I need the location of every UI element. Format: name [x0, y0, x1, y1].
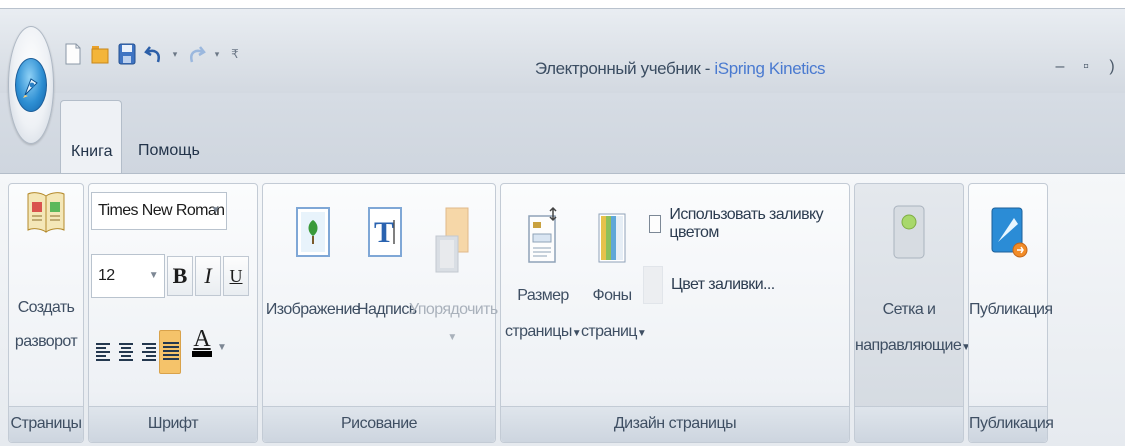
fill-color-swatch	[643, 266, 663, 304]
chevron-down-icon: ▼	[571, 328, 582, 339]
page-size-icon	[528, 206, 557, 263]
maximize-button[interactable]: ▫	[1073, 58, 1099, 76]
grid-toggle-icon	[893, 205, 925, 259]
font-name-select[interactable]: Times New Roman ▼	[91, 192, 227, 230]
align-justify-button[interactable]	[159, 330, 181, 374]
picture-icon	[296, 207, 330, 257]
group-pages: Создать разворот Страницы	[8, 183, 84, 443]
grid-guides-line1: Сетка и	[882, 301, 936, 318]
create-spread-line1: Создать	[17, 299, 75, 316]
publish-icon	[991, 207, 1028, 258]
tab-book-label: Книга	[71, 143, 113, 160]
new-document-icon[interactable]	[62, 37, 84, 71]
page-size-line2: страницы	[504, 323, 572, 340]
page-backgrounds-line1: Фоны	[592, 287, 633, 304]
minimize-button[interactable]: –	[1047, 58, 1073, 76]
align-right-icon	[142, 343, 156, 361]
font-color-letter: A	[193, 326, 211, 352]
use-color-fill-checkbox[interactable]: Использовать заливку цветом	[649, 206, 849, 242]
redo-icon[interactable]	[185, 37, 207, 71]
italic-button[interactable]: I	[195, 256, 221, 296]
insert-image-button[interactable]: Изображение	[265, 206, 361, 324]
window-controls: – ▫)	[1047, 58, 1125, 76]
group-font: Times New Roman ▼ 12 ▼ B I U A ▼ Шрифт	[88, 183, 258, 443]
group-pages-label: Страницы	[9, 406, 83, 442]
arrange-icon	[435, 207, 469, 273]
align-right-button[interactable]	[137, 332, 159, 372]
use-color-fill-label: Использовать заливку цветом	[669, 206, 824, 241]
font-size-value: 12	[98, 267, 115, 284]
fill-color-label: Цвет заливки...	[671, 276, 775, 293]
group-publish-label: Публикация	[969, 406, 1054, 442]
caption-label: Надпись	[357, 301, 417, 318]
page-backgrounds-icon	[598, 213, 626, 263]
chevron-down-icon: ▼	[447, 332, 457, 343]
undo-icon[interactable]	[143, 37, 165, 71]
page-backgrounds-line2: страниц	[581, 323, 637, 340]
redo-dropdown-icon[interactable]: ▾	[212, 37, 222, 71]
title-brand: iSpring Kinetics	[714, 59, 826, 78]
align-left-icon	[96, 343, 110, 361]
group-grid-label	[855, 406, 963, 442]
app-window: Электронный учебник - iSpring Kinetics –…	[0, 0, 1125, 446]
application-menu-button[interactable]	[6, 26, 56, 154]
arrange-button[interactable]: Упорядочить ▼	[409, 206, 498, 352]
svg-text:T: T	[374, 216, 394, 249]
title-prefix: Электронный учебник -	[534, 59, 715, 78]
open-folder-icon[interactable]	[89, 37, 111, 71]
create-spread-button[interactable]: Создать разворот	[9, 188, 83, 356]
group-page-design-label: Дизайн страницы	[501, 406, 849, 442]
rocket-icon	[15, 58, 47, 112]
publish-label: Публикация	[969, 301, 1053, 318]
publish-button[interactable]: Публикация	[969, 204, 1053, 324]
grid-guides-button[interactable]: Сетка и направляющие▼	[855, 204, 971, 362]
image-label: Изображение	[265, 301, 361, 318]
font-size-select[interactable]: 12 ▼	[91, 254, 165, 298]
group-drawing-label: Рисование	[263, 406, 495, 442]
insert-caption-button[interactable]: T Надпись	[357, 206, 417, 324]
customize-qat-icon[interactable]: ₹	[227, 37, 243, 71]
tab-book[interactable]: Книга	[60, 100, 122, 174]
align-justify-icon	[163, 342, 179, 360]
checkbox-box	[649, 215, 662, 233]
group-drawing: Изображение T Надпись Упорядочить ▼ Рисо…	[262, 183, 498, 443]
group-page-design: Размер страницы▼ Фоны страниц▼ Использов…	[500, 183, 850, 443]
underline-button[interactable]: U	[223, 256, 249, 296]
page-size-line1: Размер	[517, 287, 569, 304]
window-title: Электронный учебник - iSpring Kinetics	[420, 59, 940, 79]
group-font-label: Шрифт	[89, 406, 257, 442]
group-grid: Сетка и направляющие▼	[854, 183, 971, 443]
tab-help-label: Помощь	[138, 142, 200, 159]
create-spread-line2: разворот	[14, 333, 78, 350]
close-button[interactable]: )	[1099, 58, 1125, 76]
fill-color-button[interactable]: Цвет заливки...	[643, 266, 775, 304]
chevron-down-icon: ▼	[210, 205, 221, 216]
arrange-label: Упорядочить	[409, 301, 498, 318]
ribbon: Создать разворот Страницы Times New Roma…	[0, 173, 1125, 446]
chevron-down-icon[interactable]: ▼	[217, 342, 227, 353]
align-left-button[interactable]	[93, 332, 115, 372]
open-book-icon	[27, 192, 65, 233]
group-publish: Публикация Публикация	[968, 183, 1054, 443]
chevron-down-icon: ▼	[148, 270, 159, 281]
save-icon[interactable]	[116, 37, 138, 71]
chevron-down-icon: ▼	[636, 328, 647, 339]
font-color-button[interactable]: A	[187, 326, 217, 374]
page-size-button[interactable]: Размер страницы▼	[503, 206, 583, 348]
grid-guides-line2: направляющие	[855, 337, 962, 354]
page-backgrounds-button[interactable]: Фоны страниц▼	[581, 206, 647, 348]
font-name-value: Times New Roman	[98, 202, 225, 219]
quick-access-toolbar: ▾ ▾ ₹	[62, 34, 243, 74]
text-box-icon: T	[368, 207, 402, 257]
undo-dropdown-icon[interactable]: ▾	[170, 37, 180, 71]
align-center-button[interactable]	[115, 332, 137, 372]
bold-button[interactable]: B	[167, 256, 193, 296]
tab-help[interactable]: Помощь	[128, 100, 208, 174]
align-center-icon	[119, 343, 133, 361]
